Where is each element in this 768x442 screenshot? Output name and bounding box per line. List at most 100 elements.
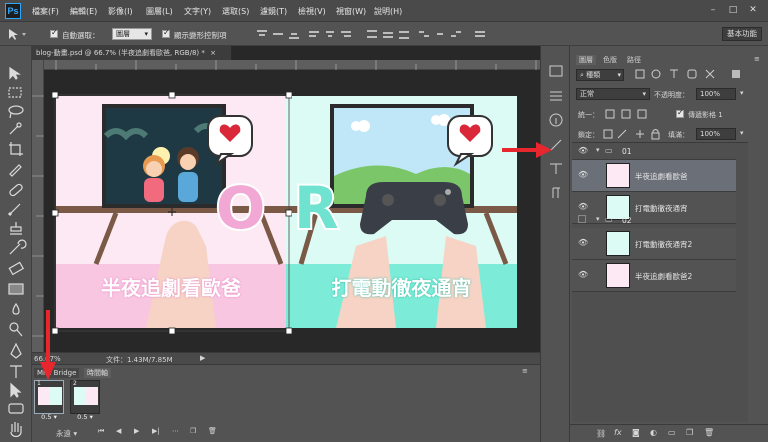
tab-channels[interactable]: 色版 [600, 55, 620, 65]
play-icon[interactable]: ▶ [134, 427, 139, 435]
menu-window[interactable]: 視窗(W) [336, 6, 366, 17]
status-menu-arrow-icon[interactable]: ▶ [200, 354, 205, 362]
blend-mode-value: 正常 [580, 90, 594, 98]
auto-select-label: 自動選取： [62, 31, 100, 40]
menu-view[interactable]: 檢視(V) [298, 6, 326, 17]
layer-group-01[interactable]: 👁 ▾ ▭ 01 [572, 143, 736, 160]
tab-paths[interactable]: 路徑 [624, 55, 644, 65]
opacity-field[interactable]: 100% [696, 88, 736, 100]
new-group-icon[interactable]: ▭ [668, 428, 676, 437]
group-name: 01 [622, 147, 632, 156]
menu-edit[interactable]: 編輯(E) [70, 6, 97, 17]
menu-layer[interactable]: 圖層(L) [146, 6, 173, 17]
distribute-vcenter-icon[interactable] [382, 29, 394, 39]
align-left-icon[interactable] [308, 29, 320, 39]
chevron-down-icon[interactable]: ▾ [596, 146, 600, 154]
filter-icons[interactable] [634, 68, 744, 80]
blend-mode-dropdown[interactable]: 正常 ▾ [576, 88, 650, 100]
propagate-frame-checkbox[interactable] [676, 108, 684, 118]
add-mask-icon[interactable]: ◙ [632, 428, 640, 437]
lasso-tool-icon [8, 105, 24, 119]
or-letter-r: R [294, 174, 339, 242]
document-tab[interactable]: blog-動畫.psd @ 66.7% (半夜追劇看歐爸, RGB/8) * × [32, 46, 232, 60]
delete-layer-icon[interactable]: 🗑 [704, 428, 714, 437]
align-top-icon[interactable] [256, 29, 268, 39]
distribute-top-icon[interactable] [366, 29, 378, 39]
next-frame-icon[interactable]: ▶| [152, 427, 160, 435]
menu-select[interactable]: 選取(S) [222, 6, 249, 17]
close-button[interactable]: ✕ [746, 4, 760, 16]
first-frame-icon[interactable]: ⏮ [98, 427, 104, 436]
timeline-controls: 永遠 ▾ ⏮ ◀ ▶ ▶| ⋯ ❐ 🗑 [32, 424, 540, 442]
delete-frame-icon[interactable]: 🗑 [208, 427, 217, 435]
auto-select-dropdown[interactable]: 圖層 ▾ [112, 28, 152, 40]
fill-field[interactable]: 100% [696, 128, 736, 140]
filter-kind-dropdown[interactable]: ⌕ 種類 ▾ [576, 69, 624, 81]
unify-icons[interactable] [604, 108, 660, 120]
frame-2[interactable]: 2 [70, 380, 100, 414]
layer-group-02[interactable]: ▾ ▭ 02 [572, 212, 736, 229]
folder-icon: ▭ [605, 146, 613, 155]
layer-style-icon[interactable]: fx [614, 428, 622, 437]
distribute-hcenter-icon[interactable] [434, 29, 446, 39]
align-right-icon[interactable] [340, 29, 352, 39]
workspace-button[interactable]: 基本功能 [722, 27, 762, 41]
show-transform-checkbox[interactable] [162, 28, 170, 38]
menu-image[interactable]: 影像(I) [108, 6, 133, 17]
search-icon: ⌕ [580, 71, 584, 79]
eye-icon[interactable]: 👁 [578, 202, 588, 211]
crop-tool-icon [9, 142, 23, 156]
auto-align-icon[interactable] [474, 29, 486, 39]
lock-icons[interactable] [602, 128, 666, 140]
layer-name: 打電動徹夜通宵2 [635, 240, 693, 249]
align-vcenter-icon[interactable] [272, 29, 284, 39]
loop-option[interactable]: 永遠 ▾ [56, 428, 77, 439]
opacity-slider-icon[interactable]: ▾ [740, 89, 744, 97]
filter-type-icon [670, 69, 678, 78]
align-bottom-icon[interactable] [288, 29, 300, 39]
link-layers-icon[interactable]: ⛓ [596, 429, 606, 438]
folder-icon: ▭ [605, 215, 613, 224]
eye-icon[interactable]: 👁 [578, 170, 588, 179]
opacity-label: 不透明度： [654, 91, 689, 99]
auto-select-checkbox[interactable] [50, 28, 58, 38]
distribute-right-icon[interactable] [450, 29, 462, 39]
layer-item-1[interactable]: 👁 半夜追劇看歐爸 [572, 160, 736, 192]
layer-item-3[interactable]: 👁 打電動徹夜通宵2 [572, 228, 736, 260]
panel-menu-icon[interactable]: ≡ [522, 367, 528, 375]
fill-slider-icon[interactable]: ▾ [740, 129, 744, 137]
menu-help[interactable]: 說明(H) [374, 6, 402, 17]
layers-panel-menu-icon[interactable]: ≡ [754, 55, 760, 63]
adjustment-layer-icon[interactable]: ◐ [650, 428, 657, 437]
eye-icon[interactable]: 👁 [578, 146, 588, 155]
duplicate-frame-icon[interactable]: ❐ [190, 427, 196, 435]
menu-type[interactable]: 文字(Y) [184, 6, 211, 17]
history-panel-icon [549, 65, 563, 77]
transform-bounding-box[interactable] [52, 92, 292, 334]
tab-layers[interactable]: 圖層 [576, 55, 596, 65]
distribute-bottom-icon[interactable] [398, 29, 410, 39]
prev-frame-icon[interactable]: ◀ [116, 427, 121, 435]
frame-1[interactable]: 1 [34, 380, 64, 414]
group-name: 02 [622, 216, 632, 225]
chevron-down-icon: ▾ [617, 71, 621, 79]
close-tab-icon[interactable]: × [210, 49, 216, 57]
move-tool-icon[interactable] [6, 27, 30, 41]
eye-icon[interactable]: 👁 [578, 238, 588, 247]
maximize-button[interactable]: □ [726, 4, 740, 16]
eye-icon[interactable]: 👁 [578, 270, 588, 279]
frame-2-delay[interactable]: 0.5 ▾ [70, 413, 100, 421]
menu-filter[interactable]: 濾鏡(T) [260, 6, 287, 17]
menu-file[interactable]: 檔案(F) [32, 6, 59, 17]
red-arrow-down [40, 310, 56, 380]
frame-1-delay[interactable]: 0.5 ▾ [34, 413, 64, 421]
align-hcenter-icon[interactable] [324, 29, 336, 39]
tab-timeline[interactable]: 時間軸 [84, 368, 111, 378]
chevron-down-icon[interactable]: ▾ [596, 215, 600, 223]
tween-icon[interactable]: ⋯ [172, 427, 179, 435]
new-layer-icon[interactable]: ❐ [686, 428, 693, 437]
minimize-button[interactable]: – [706, 4, 720, 16]
visibility-off-box[interactable] [578, 215, 586, 223]
layer-item-4[interactable]: 👁 半夜追劇看歐爸2 [572, 260, 736, 292]
distribute-left-icon[interactable] [418, 29, 430, 39]
